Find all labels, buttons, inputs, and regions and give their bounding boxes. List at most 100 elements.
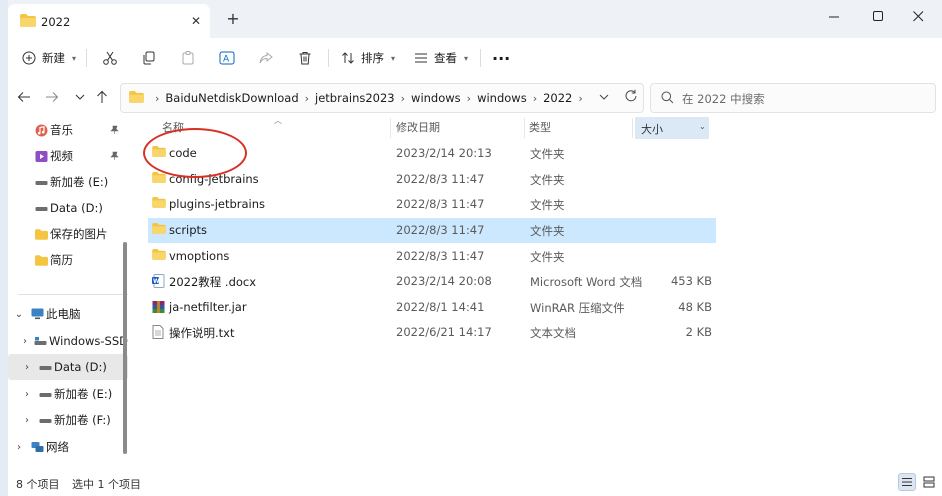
drive-icon — [34, 334, 47, 348]
tiles-view-button[interactable] — [920, 473, 938, 491]
arrow-right-icon — [46, 92, 59, 102]
nav-scrollbar[interactable] — [123, 242, 127, 454]
chevron-right-icon[interactable]: › — [22, 415, 32, 426]
folder-icon — [152, 197, 167, 212]
file-type: 文件夹 — [530, 147, 565, 161]
column-divider[interactable] — [632, 118, 633, 138]
breadcrumb-item[interactable]: windows — [411, 91, 461, 105]
share-icon — [259, 51, 273, 64]
file-row-jar[interactable]: ja-netfilter.jar 2022/8/1 14:41 WinRAR 压… — [148, 295, 716, 320]
quick-access-item-drive-d[interactable]: Data (D:) — [8, 195, 128, 221]
nav-label: Windows-SSD — [49, 334, 128, 348]
details-view-button[interactable] — [898, 473, 916, 491]
file-row-vmoptions[interactable]: vmoptions 2022/8/3 11:47 文件夹 — [148, 244, 716, 269]
file-size: 453 KB — [670, 274, 712, 288]
file-size: 48 KB — [678, 300, 712, 314]
quick-access-item-resume[interactable]: 简历 — [8, 247, 128, 273]
column-header-type[interactable]: 类型 — [529, 116, 551, 140]
nav-label: 新加卷 (E:) — [54, 387, 113, 401]
nav-label: 视频 — [50, 149, 73, 163]
view-label: 查看 — [434, 51, 457, 65]
text-file-icon — [152, 325, 167, 340]
desktop-edge — [0, 0, 8, 496]
delete-button[interactable] — [297, 45, 313, 71]
folder-icon — [152, 172, 167, 187]
column-divider[interactable] — [390, 118, 391, 138]
breadcrumb-item[interactable]: jetbrains2023 — [315, 91, 395, 105]
file-name: scripts — [169, 223, 208, 237]
svg-text:A: A — [223, 55, 230, 65]
sort-button[interactable]: 排序 ▾ — [341, 45, 395, 71]
tree-item-drive-e[interactable]: › 新加卷 (E:) — [8, 381, 128, 407]
tree-item-drive-f[interactable]: › 新加卷 (F:) — [8, 407, 128, 433]
minimize-button[interactable] — [812, 4, 856, 28]
column-header-date[interactable]: 修改日期 — [396, 116, 440, 140]
chevron-down-icon[interactable]: ⌄ — [14, 309, 24, 320]
file-row-docx[interactable]: W 2022教程 .docx 2023/2/14 20:08 Microsoft… — [148, 269, 716, 294]
copy-icon — [143, 51, 155, 65]
cut-button[interactable] — [102, 45, 118, 71]
rename-button[interactable]: A — [219, 45, 235, 71]
view-button[interactable]: 查看 ▾ — [414, 45, 468, 71]
folder-icon — [20, 14, 36, 27]
drive-icon — [34, 201, 48, 215]
breadcrumb-separator: › — [155, 91, 160, 105]
column-divider[interactable] — [524, 118, 525, 138]
quick-access-item-music[interactable]: 音乐 — [8, 117, 128, 143]
search-box[interactable]: 在 2022 中搜索 — [650, 83, 936, 113]
breadcrumb-item[interactable]: BaiduNetdiskDownload — [165, 91, 298, 105]
tree-item-windows-ssd[interactable]: › Windows-SSD — [8, 328, 128, 354]
quick-access-item-saved-pictures[interactable]: 保存的图片 — [8, 221, 128, 247]
quick-access-item-drive-e[interactable]: 新加卷 (E:) — [8, 169, 128, 195]
folder-icon — [152, 223, 167, 238]
chevron-right-icon[interactable]: › — [14, 442, 24, 453]
paste-button[interactable] — [180, 45, 196, 71]
tab-2022[interactable]: 2022 ✕ — [8, 4, 210, 38]
breadcrumb-item[interactable]: 2022 — [543, 91, 572, 105]
tree-item-data-d[interactable]: › Data (D:) — [8, 354, 128, 380]
music-icon — [34, 123, 48, 137]
file-row-config-jetbrains[interactable]: config-jetbrains 2022/8/3 11:47 文件夹 — [148, 167, 716, 192]
close-window-button[interactable] — [896, 4, 940, 28]
chevron-right-icon[interactable]: › — [22, 336, 28, 347]
address-history-dropdown[interactable] — [599, 90, 609, 104]
address-row: › BaiduNetdiskDownload › jetbrains2023 ›… — [8, 78, 942, 116]
network-icon — [30, 440, 44, 454]
chevron-down-icon: ▾ — [72, 53, 77, 63]
breadcrumb-item[interactable]: windows — [477, 91, 527, 105]
new-button[interactable]: 新建 ▾ — [22, 45, 76, 71]
close-tab-icon[interactable]: ✕ — [189, 14, 203, 28]
refresh-button[interactable] — [624, 89, 638, 103]
chevron-right-icon[interactable]: › — [22, 389, 32, 400]
annotation-circle — [143, 128, 247, 178]
tree-item-this-pc[interactable]: ⌄ 此电脑 — [8, 301, 128, 327]
column-header-size[interactable]: 大小 ⌄ — [635, 117, 709, 139]
address-bar[interactable]: › BaiduNetdiskDownload › jetbrains2023 ›… — [120, 83, 644, 113]
chevron-down-icon: ▾ — [391, 53, 396, 63]
file-row-txt[interactable]: 操作说明.txt 2022/6/21 14:17 文本文档 2 KB — [148, 320, 716, 345]
sort-ascending-icon: ︿ — [274, 116, 282, 125]
close-icon — [912, 10, 923, 21]
expand-history-button[interactable] — [70, 87, 90, 107]
file-type: 文件夹 — [530, 173, 565, 187]
column-header-row: ︿ 名称 修改日期 类型 大小 ⌄ — [136, 116, 942, 140]
up-button[interactable] — [92, 87, 112, 107]
chevron-right-icon[interactable]: › — [22, 362, 32, 373]
quick-access-item-video[interactable]: 视频 — [8, 143, 128, 169]
file-name: ja-netfilter.jar — [169, 300, 247, 314]
maximize-button[interactable] — [856, 4, 900, 28]
back-button[interactable] — [14, 87, 34, 107]
copy-button[interactable] — [141, 45, 157, 71]
tree-item-network[interactable]: › 网络 — [8, 434, 128, 460]
new-tab-button[interactable]: + — [224, 9, 242, 29]
file-row-plugins-jetbrains[interactable]: plugins-jetbrains 2022/8/3 11:47 文件夹 — [148, 192, 716, 217]
chevron-down-icon — [599, 94, 609, 100]
more-options-button[interactable]: ··· — [492, 45, 510, 71]
toolbar-divider — [328, 49, 329, 67]
file-row-scripts[interactable]: scripts 2022/8/3 11:47 文件夹 — [148, 218, 716, 243]
share-button[interactable] — [258, 45, 274, 71]
forward-button[interactable] — [42, 87, 62, 107]
winrar-icon — [152, 300, 167, 315]
file-name: vmoptions — [169, 249, 230, 263]
sort-label: 排序 — [361, 51, 384, 65]
